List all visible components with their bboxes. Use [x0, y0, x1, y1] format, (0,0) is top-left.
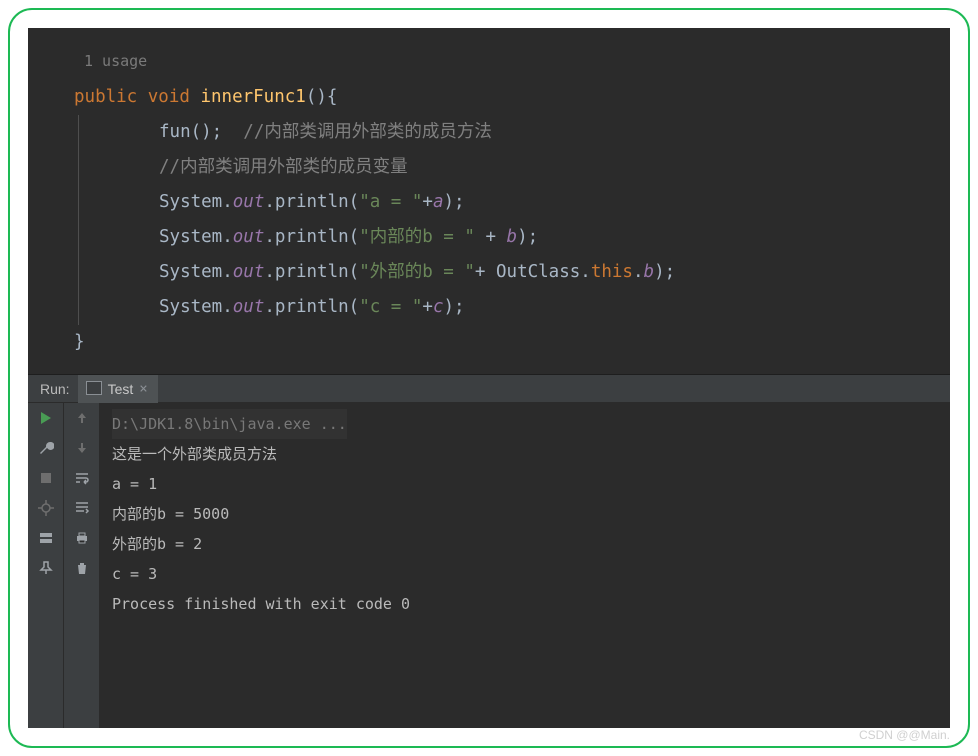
code-editor[interactable]: 1 usage public void innerFunc1(){ fun();… [28, 28, 950, 374]
stop-icon[interactable] [37, 469, 55, 487]
text: .println( [264, 297, 359, 317]
field-out: out [233, 227, 265, 247]
code-line: System.out.println("外部的b = "+ OutClass.t… [119, 255, 950, 290]
console-output[interactable]: D:\JDK1.8\bin\java.exe ... 这是一个外部类成员方法 a… [100, 403, 950, 728]
run-tab[interactable]: Test × [78, 375, 158, 403]
run-panel: Run: Test × [28, 374, 950, 728]
wrap-icon[interactable] [73, 469, 91, 487]
run-label: Run: [28, 381, 78, 397]
arrow-down-icon[interactable] [73, 439, 91, 457]
comment: //内部类调用外部类的成员方法 [222, 122, 492, 142]
string: "a = " [359, 192, 422, 212]
code-line: //内部类调用外部类的成员变量 [119, 150, 950, 185]
console-line: c = 3 [112, 559, 938, 589]
parens: (){ [306, 87, 338, 107]
text: .println( [264, 192, 359, 212]
close-icon[interactable]: × [139, 381, 147, 397]
scroll-icon[interactable] [73, 499, 91, 517]
code-line: } [74, 325, 950, 360]
field: c [433, 297, 444, 317]
text: + [422, 192, 433, 212]
field-out: out [233, 192, 265, 212]
code-line: System.out.println("c = "+c); [119, 290, 950, 325]
keyword-public: public [74, 87, 137, 107]
field: a [433, 192, 444, 212]
text: .println( [264, 227, 359, 247]
code-line: System.out.println("内部的b = " + b); [119, 220, 950, 255]
close-brace: } [74, 332, 85, 352]
keyword-this: this [591, 262, 633, 282]
code-line: System.out.println("a = "+a); [119, 185, 950, 220]
keyword-void: void [148, 87, 190, 107]
pin-icon[interactable] [37, 559, 55, 577]
function-name: innerFunc1 [200, 87, 305, 107]
console-line: 内部的b = 5000 [112, 499, 938, 529]
text: . [633, 262, 644, 282]
watermark: CSDN @@Main. [859, 728, 950, 742]
debug-icon[interactable] [37, 499, 55, 517]
wrench-icon[interactable] [37, 439, 55, 457]
field: b [507, 227, 518, 247]
text: System. [159, 262, 233, 282]
run-toolbar-secondary [64, 403, 100, 728]
field: b [644, 262, 655, 282]
text: System. [159, 192, 233, 212]
print-icon[interactable] [73, 529, 91, 547]
text: + OutClass. [475, 262, 591, 282]
run-body: D:\JDK1.8\bin\java.exe ... 这是一个外部类成员方法 a… [28, 403, 950, 728]
tab-window-icon [88, 383, 102, 395]
string: "c = " [359, 297, 422, 317]
trash-icon[interactable] [73, 559, 91, 577]
run-toolbar-primary [28, 403, 64, 728]
text: System. [159, 297, 233, 317]
console-exit: Process finished with exit code 0 [112, 589, 938, 619]
console-command: D:\JDK1.8\bin\java.exe ... [112, 409, 347, 439]
run-header: Run: Test × [28, 375, 950, 403]
string: "外部的b = " [359, 262, 475, 282]
text: ); [444, 192, 465, 212]
field-out: out [233, 297, 265, 317]
tab-name: Test [108, 381, 134, 397]
play-icon[interactable] [37, 409, 55, 427]
layout-icon[interactable] [37, 529, 55, 547]
text: ); [444, 297, 465, 317]
ide-window: 1 usage public void innerFunc1(){ fun();… [28, 28, 950, 728]
string: "内部的b = " [359, 227, 475, 247]
text: System. [159, 227, 233, 247]
text: .println( [264, 262, 359, 282]
text: + [475, 227, 507, 247]
usage-hint: 1 usage [74, 46, 950, 76]
field-out: out [233, 262, 265, 282]
comment: //内部类调用外部类的成员变量 [159, 157, 408, 177]
text: ); [654, 262, 675, 282]
console-line: 外部的b = 2 [112, 529, 938, 559]
console-line: 这是一个外部类成员方法 [112, 439, 938, 469]
code-line: public void innerFunc1(){ [74, 80, 950, 115]
text: + [422, 297, 433, 317]
code-line: fun(); //内部类调用外部类的成员方法 [119, 115, 950, 150]
arrow-up-icon[interactable] [73, 409, 91, 427]
call-fun: fun(); [159, 122, 222, 142]
outer-frame: 1 usage public void innerFunc1(){ fun();… [8, 8, 970, 748]
text: ); [517, 227, 538, 247]
console-line: a = 1 [112, 469, 938, 499]
